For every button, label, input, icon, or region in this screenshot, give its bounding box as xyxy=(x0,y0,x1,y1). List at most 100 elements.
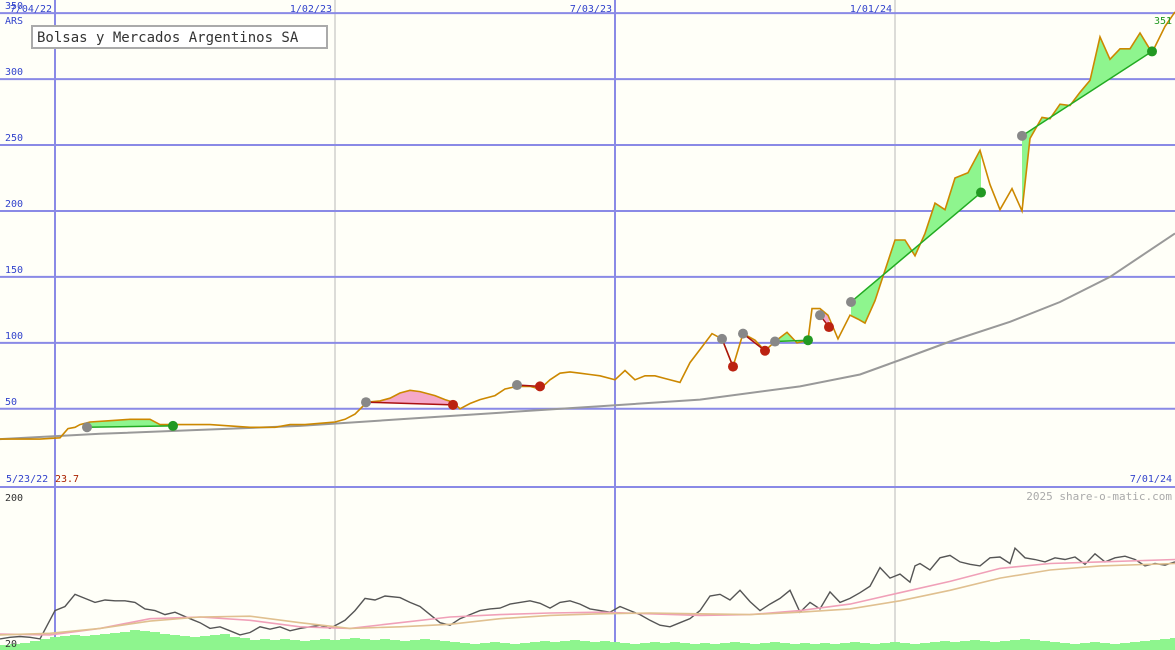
volume-bar xyxy=(120,632,130,650)
volume-bar xyxy=(730,642,740,650)
volume-bar xyxy=(970,640,980,650)
trade-entry-dot xyxy=(846,296,856,307)
volume-bar xyxy=(160,634,170,650)
trade-exit-dot xyxy=(803,335,813,346)
volume-bar xyxy=(600,641,610,650)
volume-bar xyxy=(1040,641,1050,650)
volume-bar xyxy=(860,643,870,650)
volume-bar xyxy=(1030,640,1040,650)
volume-bar xyxy=(110,633,120,650)
volume-bar xyxy=(1020,639,1030,650)
volume-bar xyxy=(960,641,970,650)
volume-bar xyxy=(550,642,560,650)
volume-bar xyxy=(260,639,270,650)
volume-bar xyxy=(710,644,720,650)
y-tick-label: 350 xyxy=(5,1,23,12)
trade-exit-dot xyxy=(168,420,178,431)
volume-bar xyxy=(180,636,190,650)
volume-bar xyxy=(620,643,630,650)
volume-bar xyxy=(340,639,350,650)
volume-bar xyxy=(290,640,300,650)
volume-bar xyxy=(1090,642,1100,650)
volume-bar xyxy=(1170,638,1175,650)
volume-bar xyxy=(560,641,570,650)
volume-bar xyxy=(890,642,900,650)
volume-bar xyxy=(380,639,390,650)
volume-bar xyxy=(190,637,200,650)
volume-bar xyxy=(400,641,410,650)
volume-bar xyxy=(280,639,290,650)
volume-bar xyxy=(510,644,520,650)
x-tick-label: 1/01/24 xyxy=(850,4,892,15)
volume-bar xyxy=(130,630,140,650)
trade-entry-dot xyxy=(815,310,825,321)
volume-bar xyxy=(1000,641,1010,650)
volume-bar xyxy=(1150,640,1160,650)
volume-bar xyxy=(780,643,790,650)
volume-bar xyxy=(460,643,470,650)
volume-bar xyxy=(760,643,770,650)
volume-bar xyxy=(810,644,820,650)
volume-bar xyxy=(570,640,580,650)
x-tick-label: 1/02/23 xyxy=(290,4,332,15)
trade-exit-dot xyxy=(1147,46,1157,57)
volume-bar xyxy=(90,635,100,650)
trade-entry-dot xyxy=(738,328,748,339)
volume-bar xyxy=(530,642,540,650)
volume-bar xyxy=(680,643,690,650)
volume-bar xyxy=(100,634,110,650)
volume-bar xyxy=(270,640,280,650)
volume-bar xyxy=(30,641,40,650)
volume-bar xyxy=(360,639,370,650)
volume-bar xyxy=(1140,641,1150,650)
volume-bar xyxy=(830,644,840,650)
volume-bar xyxy=(800,643,810,650)
volume-bar xyxy=(1100,643,1110,650)
volume-bar xyxy=(1060,643,1070,650)
trade-entry-dot xyxy=(361,397,371,408)
volume-bar xyxy=(490,642,500,650)
volume-bar xyxy=(440,641,450,650)
volume-bar xyxy=(370,640,380,650)
volume-bar xyxy=(630,644,640,650)
trade-exit-dot xyxy=(728,361,738,372)
volume-bar xyxy=(690,644,700,650)
volume-bar xyxy=(500,643,510,650)
trade-exit-dot xyxy=(760,345,770,356)
volume-bar xyxy=(20,643,30,650)
trade-exit-dot xyxy=(824,322,834,333)
volume-bar xyxy=(480,643,490,650)
y-tick-label: 300 xyxy=(5,67,23,78)
volume-bar xyxy=(880,643,890,650)
volume-bar xyxy=(790,644,800,650)
volume-bar xyxy=(850,642,860,650)
volume-bar xyxy=(320,639,330,650)
volume-bar xyxy=(430,640,440,650)
volume-bar xyxy=(40,639,50,650)
start-price-label: 23.7 xyxy=(55,474,79,485)
trade-entry-dot xyxy=(1017,130,1027,141)
y-tick-label: 250 xyxy=(5,133,23,144)
volume-bar xyxy=(450,642,460,650)
volume-bar xyxy=(750,644,760,650)
volume-bar xyxy=(230,637,240,650)
trade-entry-dot xyxy=(82,422,92,433)
osc-tick-label: 20 xyxy=(5,639,17,650)
volume-bar xyxy=(640,643,650,650)
trade-entry-dot xyxy=(770,336,780,347)
volume-bar xyxy=(520,643,530,650)
volume-bar xyxy=(980,641,990,650)
volume-bar xyxy=(470,644,480,650)
volume-bar xyxy=(210,635,220,650)
trade-entry-dot xyxy=(717,333,727,344)
volume-bar xyxy=(50,637,60,650)
volume-bar xyxy=(330,640,340,650)
volume-bar xyxy=(80,636,90,650)
chart-title: Bolsas y Mercados Argentinos SA xyxy=(37,30,299,46)
volume-bar xyxy=(310,640,320,650)
volume-bar xyxy=(950,642,960,650)
volume-bar xyxy=(700,643,710,650)
volume-bar xyxy=(1070,644,1080,650)
volume-bar xyxy=(720,643,730,650)
volume-bar xyxy=(300,641,310,650)
